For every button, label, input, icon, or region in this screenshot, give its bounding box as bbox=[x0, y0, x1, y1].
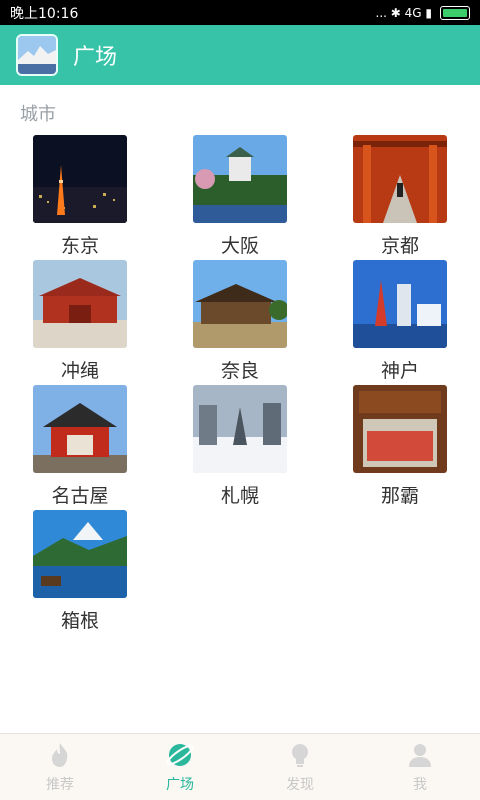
page-title: 广场 bbox=[73, 45, 118, 70]
city-thumbnail bbox=[33, 260, 127, 348]
tab-square-label: 广场 bbox=[166, 777, 194, 793]
city-name: 札幌 bbox=[220, 485, 259, 507]
city-okinawa[interactable]: 冲绳 bbox=[33, 260, 127, 383]
city-kobe[interactable]: 神户 bbox=[353, 260, 447, 383]
city-name: 神户 bbox=[380, 360, 419, 382]
user-icon bbox=[409, 744, 431, 767]
city-tokyo[interactable]: 东京 bbox=[33, 135, 127, 258]
status-time: 晚上10:16 bbox=[10, 5, 79, 22]
city-nara[interactable]: 奈良 bbox=[193, 260, 287, 383]
city-kyoto[interactable]: 京都 bbox=[353, 135, 447, 258]
city-name: 京都 bbox=[380, 235, 419, 257]
city-thumbnail bbox=[193, 385, 287, 473]
city-name: 大阪 bbox=[220, 235, 259, 257]
lightbulb-icon bbox=[292, 744, 308, 767]
city-name: 奈良 bbox=[220, 360, 259, 382]
app-avatar[interactable] bbox=[16, 34, 58, 76]
city-name: 名古屋 bbox=[51, 485, 109, 507]
tab-me[interactable]: 我 bbox=[360, 734, 480, 800]
city-naha[interactable]: 那霸 bbox=[353, 385, 447, 508]
tab-me-label: 我 bbox=[413, 777, 427, 793]
city-thumbnail bbox=[33, 135, 127, 223]
city-thumbnail bbox=[353, 385, 447, 473]
city-thumbnail bbox=[193, 135, 287, 223]
city-sapporo[interactable]: 札幌 bbox=[193, 385, 287, 508]
flame-icon bbox=[52, 743, 68, 767]
app-bar: 广场 bbox=[0, 25, 480, 85]
city-name: 那霸 bbox=[380, 485, 419, 507]
city-name: 东京 bbox=[60, 235, 99, 257]
tab-recommend-label: 推荐 bbox=[46, 777, 74, 793]
city-hakone[interactable]: 箱根 bbox=[33, 510, 127, 633]
city-name: 箱根 bbox=[60, 610, 99, 632]
tab-recommend[interactable]: 推荐 bbox=[0, 734, 120, 800]
city-thumbnail bbox=[33, 510, 127, 598]
battery-icon bbox=[440, 5, 470, 20]
city-thumbnail bbox=[353, 135, 447, 223]
tab-square[interactable]: 广场 bbox=[120, 734, 240, 800]
city-osaka[interactable]: 大阪 bbox=[193, 135, 287, 258]
status-icons: ... ✱ 4G ▮ bbox=[375, 5, 432, 20]
city-name: 冲绳 bbox=[60, 360, 99, 382]
city-thumbnail bbox=[33, 385, 127, 473]
section-label: 城市 bbox=[20, 104, 56, 125]
tab-discover[interactable]: 发现 bbox=[240, 734, 360, 800]
status-bar: 晚上10:16 ... ✱ 4G ▮ bbox=[0, 0, 480, 25]
city-nagoya[interactable]: 名古屋 bbox=[33, 385, 127, 508]
tab-discover-label: 发现 bbox=[286, 777, 314, 793]
status-indicators: ... ✱ 4G ▮ bbox=[375, 5, 470, 20]
planet-icon bbox=[166, 744, 194, 766]
city-thumbnail bbox=[353, 260, 447, 348]
bottom-navigation: 推荐 广场 发现 我 bbox=[0, 733, 480, 800]
city-thumbnail bbox=[193, 260, 287, 348]
